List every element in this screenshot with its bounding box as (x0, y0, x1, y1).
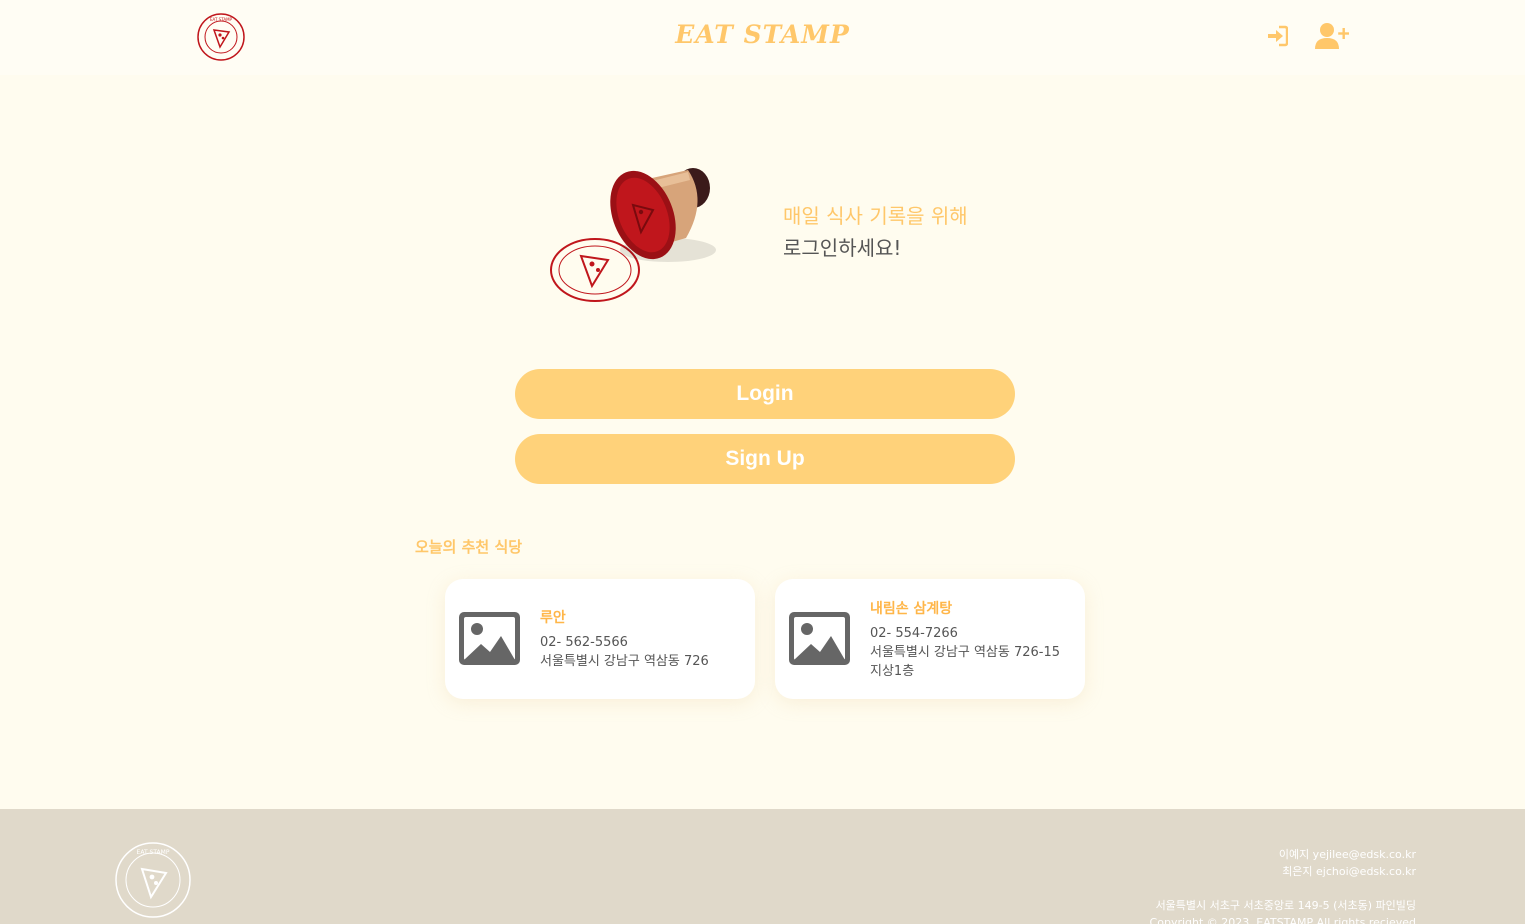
footer-contact-1: 이예지 yejilee@edsk.co.kr (1278, 848, 1416, 861)
restaurant-phone: 02- 562-5566 (540, 635, 628, 650)
top-header: EAT STAMP EAT STAMP (0, 0, 1525, 75)
sign-in-icon[interactable] (1266, 25, 1288, 47)
restaurant-info: 내림손 삼계탕 02- 554-7266 서울특별시 강남구 역삼동 726-1… (870, 579, 1073, 699)
svg-text:EAT STAMP: EAT STAMP (137, 849, 170, 856)
footer: EAT STAMP 이예지 yejilee@edsk.co.kr 최은지 ejc… (0, 809, 1525, 924)
footer-logo-icon: EAT STAMP (115, 842, 191, 918)
restaurant-card[interactable]: 내림손 삼계탕 02- 554-7266 서울특별시 강남구 역삼동 726-1… (775, 579, 1085, 699)
user-plus-icon[interactable] (1315, 22, 1349, 50)
restaurant-name[interactable]: 내림손 삼계탕 (870, 598, 1073, 618)
restaurant-info: 루안 02- 562-5566 서울특별시 강남구 역삼동 726 (540, 579, 743, 699)
footer-contact-2: 최은지 ejchoi@edsk.co.kr (1282, 865, 1416, 878)
hero-line-1: 매일 식사 기록을 위해 (783, 204, 968, 228)
restaurant-name[interactable]: 루안 (540, 607, 743, 627)
image-placeholder-icon (459, 612, 520, 665)
restaurant-address: 서울특별시 강남구 역삼동 726 (540, 654, 709, 669)
image-placeholder-icon (789, 612, 850, 665)
login-button[interactable]: Login (515, 369, 1015, 419)
signup-button[interactable]: Sign Up (515, 434, 1015, 484)
hero-line-2: 로그인하세요! (783, 236, 902, 260)
footer-info: 이예지 yejilee@edsk.co.kr 최은지 ejchoi@edsk.c… (1150, 846, 1416, 924)
hero-message: 매일 식사 기록을 위해 로그인하세요! (783, 200, 968, 264)
footer-address: 서울특별시 서초구 서초중앙로 149-5 (서초동) 파인빌딩 (1155, 899, 1416, 912)
stamp-illustration (550, 168, 716, 302)
restaurant-card[interactable]: 루안 02- 562-5566 서울특별시 강남구 역삼동 726 (445, 579, 755, 699)
restaurant-phone: 02- 554-7266 (870, 625, 958, 641)
restaurant-address: 서울특별시 강남구 역삼동 726-15 지상1층 (870, 644, 1061, 679)
footer-copyright: Copyright © 2023. EATSTAMP All rights re… (1149, 916, 1416, 924)
brand-title[interactable]: EAT STAMP (0, 20, 1525, 49)
recommendation-title: 오늘의 추천 식당 (415, 538, 523, 556)
